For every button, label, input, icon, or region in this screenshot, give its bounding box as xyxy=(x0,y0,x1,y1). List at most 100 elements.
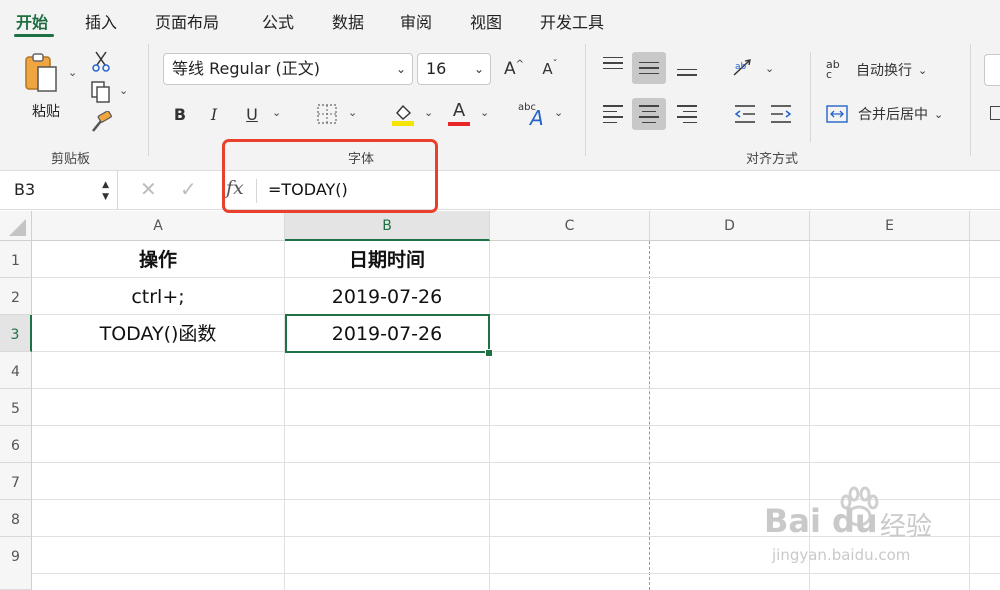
scissors-icon xyxy=(92,51,110,72)
font-color-dropdown-icon[interactable]: ⌄ xyxy=(480,106,489,119)
font-color-button[interactable]: A xyxy=(446,100,472,128)
underline-dropdown-icon[interactable]: ⌄ xyxy=(272,106,281,119)
align-top-button[interactable] xyxy=(598,52,628,82)
name-box-value: B3 xyxy=(14,180,36,199)
borders-button[interactable] xyxy=(314,101,340,127)
number-format-select[interactable] xyxy=(984,54,1000,86)
wrap-dropdown-icon: ⌄ xyxy=(918,63,928,77)
grow-font-button[interactable]: A ^ xyxy=(502,56,526,82)
select-all-corner[interactable] xyxy=(0,211,32,241)
row-header-7[interactable]: 7 xyxy=(0,463,32,500)
cut-button[interactable] xyxy=(90,50,112,72)
copy-icon xyxy=(91,81,110,103)
increase-indent-button[interactable] xyxy=(766,98,796,130)
increase-indent-icon xyxy=(771,105,792,123)
alignment-group-label: 对齐方式 xyxy=(746,152,799,167)
paste-label: 粘贴 xyxy=(32,104,60,120)
font-color-swatch xyxy=(448,122,470,126)
cell-b1[interactable]: 日期时间 xyxy=(285,242,489,279)
gridline xyxy=(489,241,490,590)
underline-button[interactable]: U xyxy=(240,101,264,127)
percent-icon[interactable] xyxy=(990,106,1000,120)
text-orientation-button[interactable]: abc A xyxy=(516,100,546,130)
formula-bar: B3 ▲ ▼ ✕ ✓ fx =TODAY() xyxy=(0,170,1000,210)
paste-button[interactable] xyxy=(20,50,64,96)
orientation-icon: A xyxy=(530,106,544,130)
watermark-url: jingyan.baidu.com xyxy=(772,546,911,564)
align-middle-button[interactable] xyxy=(632,52,666,84)
row-header-6[interactable]: 6 xyxy=(0,426,32,463)
row-header-3[interactable]: 3 xyxy=(0,315,32,352)
fill-color-button[interactable] xyxy=(390,100,416,128)
tab-insert[interactable]: 插入 xyxy=(85,9,117,33)
clipboard-group-label: 剪贴板 xyxy=(51,152,91,167)
row-header-1[interactable]: 1 xyxy=(0,241,32,278)
column-header-a[interactable]: A xyxy=(32,211,285,241)
fill-handle[interactable] xyxy=(485,349,493,357)
merge-center-label: 合并后居中 xyxy=(858,107,928,123)
column-header-c[interactable]: C xyxy=(490,211,650,241)
column-header-d[interactable]: D xyxy=(650,211,810,241)
format-painter-icon xyxy=(92,111,112,132)
column-header-e[interactable]: E xyxy=(810,211,970,241)
align-center-button[interactable] xyxy=(632,98,666,130)
row-header-8[interactable]: 8 xyxy=(0,500,32,537)
align-middle-icon xyxy=(639,61,659,75)
cell-a3[interactable]: TODAY()函数 xyxy=(32,316,284,353)
tab-page-layout[interactable]: 页面布局 xyxy=(155,9,219,33)
gridline xyxy=(969,241,970,590)
orientation-angle-button[interactable]: ab xyxy=(728,54,758,82)
column-header-b[interactable]: B xyxy=(285,211,490,241)
row-header-4[interactable]: 4 xyxy=(0,352,32,389)
font-size-select[interactable]: 16 ⌄ xyxy=(417,53,491,85)
italic-button[interactable]: I xyxy=(202,101,226,127)
font-name-value: 等线 Regular (正文) xyxy=(172,59,321,78)
orientation-angle-dropdown-icon[interactable]: ⌄ xyxy=(765,62,774,75)
angle-text-icon: ab xyxy=(733,59,751,76)
shrink-font-icon: A xyxy=(542,60,553,78)
group-separator xyxy=(810,52,811,142)
svg-text:ab: ab xyxy=(735,62,747,72)
paste-dropdown-icon[interactable]: ⌄ xyxy=(68,66,77,79)
tab-data[interactable]: 数据 xyxy=(332,9,364,33)
confirm-formula-icon[interactable]: ✓ xyxy=(180,177,197,201)
name-box-stepper-icon[interactable]: ▲ ▼ xyxy=(102,167,109,203)
highlight-annotation xyxy=(222,139,438,213)
gridline xyxy=(32,388,1000,389)
borders-icon xyxy=(317,104,337,124)
gridline xyxy=(32,425,1000,426)
row-header-9[interactable]: 9 xyxy=(0,537,32,590)
bold-button[interactable]: B xyxy=(168,101,192,127)
merge-dropdown-icon: ⌄ xyxy=(934,107,944,121)
merge-center-button[interactable]: 合并后居中 ⌄ xyxy=(826,100,976,128)
format-painter-button[interactable] xyxy=(88,110,114,134)
align-bottom-button[interactable] xyxy=(672,52,702,82)
shrink-font-button[interactable]: Aˇ xyxy=(538,56,562,82)
column-header-f[interactable] xyxy=(970,211,1000,241)
tab-home[interactable]: 开始 xyxy=(16,9,48,33)
cancel-formula-icon[interactable]: ✕ xyxy=(140,177,157,201)
name-box[interactable]: B3 ▲ ▼ xyxy=(0,171,118,209)
tab-review[interactable]: 审阅 xyxy=(400,9,432,33)
align-right-button[interactable] xyxy=(672,98,702,130)
decrease-indent-button[interactable] xyxy=(730,98,760,130)
tab-developer[interactable]: 开发工具 xyxy=(540,9,604,33)
tab-view[interactable]: 视图 xyxy=(470,9,502,33)
fill-color-dropdown-icon[interactable]: ⌄ xyxy=(424,106,433,119)
copy-dropdown-icon[interactable]: ⌄ xyxy=(119,84,128,97)
font-name-select[interactable]: 等线 Regular (正文) ⌄ xyxy=(163,53,413,85)
align-left-button[interactable] xyxy=(598,98,628,130)
chevron-down-icon: ⌄ xyxy=(473,62,484,76)
wrap-text-button[interactable]: ab c 自动换行 ⌄ xyxy=(826,56,976,84)
paint-bucket-icon xyxy=(392,104,414,126)
ribbon-tab-bar: 开始 插入 页面布局 公式 数据 审阅 视图 开发工具 xyxy=(0,0,1000,38)
tab-formulas[interactable]: 公式 xyxy=(262,9,294,33)
cell-b2[interactable]: 2019-07-26 xyxy=(285,279,489,316)
copy-button[interactable] xyxy=(88,80,114,104)
borders-dropdown-icon[interactable]: ⌄ xyxy=(348,106,357,119)
row-header-2[interactable]: 2 xyxy=(0,278,32,315)
cell-a2[interactable]: ctrl+; xyxy=(32,279,284,316)
row-header-5[interactable]: 5 xyxy=(0,389,32,426)
orientation-dropdown-icon[interactable]: ⌄ xyxy=(554,106,563,119)
cell-a1[interactable]: 操作 xyxy=(32,242,284,279)
